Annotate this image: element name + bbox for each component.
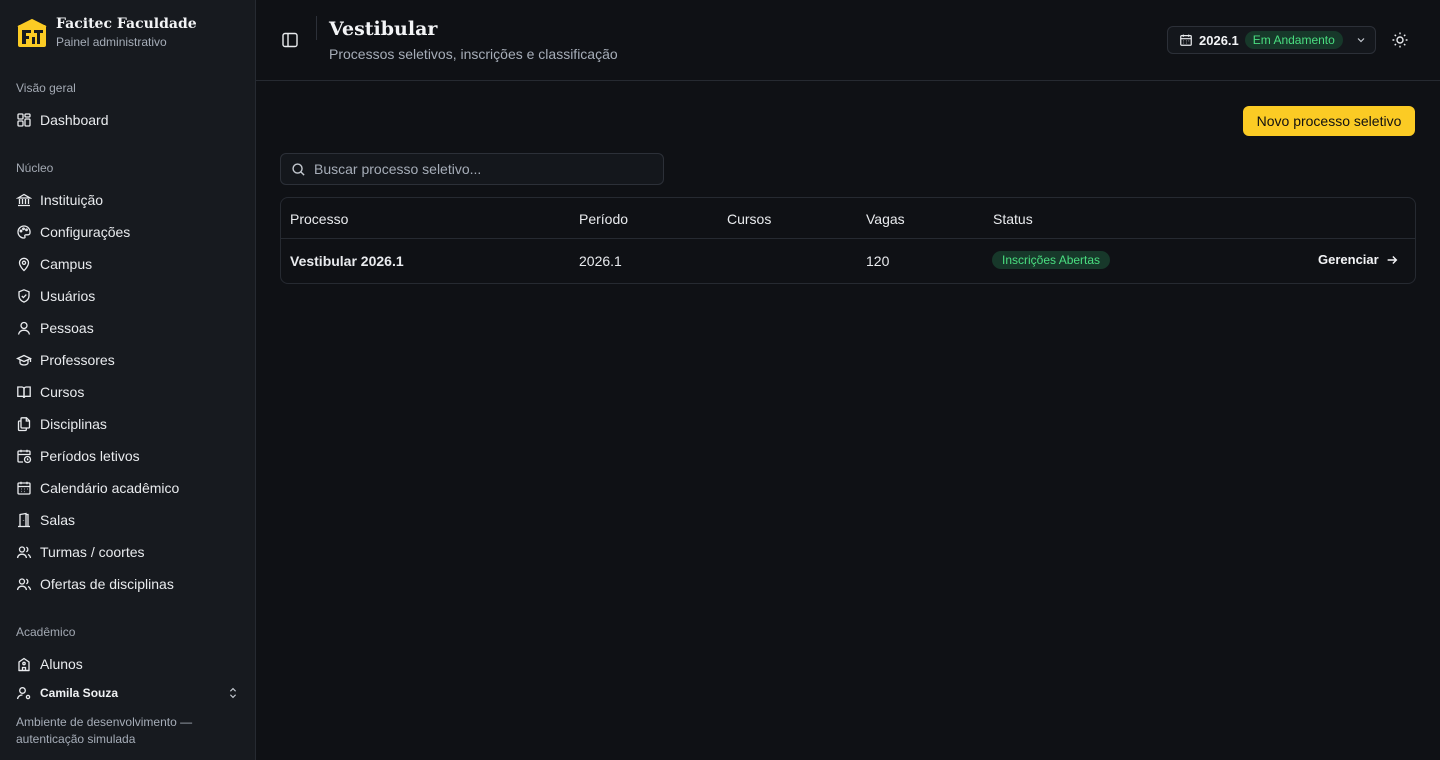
sidebar-item-alunos[interactable]: Alunos bbox=[8, 649, 246, 679]
sidebar-item-calendario-academico[interactable]: Calendário acadêmico bbox=[8, 473, 246, 503]
users-icon bbox=[16, 578, 32, 591]
sidebar-item-periodos-letivos[interactable]: Períodos letivos bbox=[8, 441, 246, 471]
sidebar-toggle-icon[interactable] bbox=[281, 31, 299, 49]
environment-note: Ambiente de desenvolvimento — autenticaç… bbox=[16, 715, 193, 746]
brand-subtitle: Painel administrativo bbox=[56, 35, 167, 49]
user-menu[interactable]: Camila Souza bbox=[16, 684, 240, 702]
sidebar-item-disciplinas[interactable]: Disciplinas bbox=[8, 409, 246, 439]
status-badge: Inscrições Abertas bbox=[992, 251, 1111, 269]
search-input[interactable] bbox=[314, 161, 654, 177]
search-icon bbox=[292, 162, 305, 176]
chevron-down-icon bbox=[1357, 38, 1365, 43]
sidebar-item-label: Configurações bbox=[40, 224, 131, 240]
sidebar-item-salas[interactable]: Salas bbox=[8, 505, 246, 535]
cell-vagas: 120 bbox=[866, 253, 890, 269]
divider bbox=[316, 16, 317, 40]
files-icon bbox=[17, 417, 31, 432]
sidebar-item-label: Ofertas de disciplinas bbox=[40, 576, 174, 592]
search-box[interactable] bbox=[280, 153, 664, 185]
sidebar-item-turmas-coortes[interactable]: Turmas / coortes bbox=[8, 537, 246, 567]
page-subtitle: Processos seletivos, inscrições e classi… bbox=[329, 46, 618, 62]
sidebar-item-label: Cursos bbox=[40, 384, 85, 400]
sidebar-item-dashboard[interactable]: Dashboard bbox=[8, 105, 246, 135]
topbar: Vestibular Processos seletivos, inscriçõ… bbox=[256, 0, 1440, 81]
sidebar: Facitec Faculdade Painel administrativo … bbox=[0, 0, 256, 760]
column-header-status[interactable]: Status bbox=[993, 211, 1033, 227]
calendar-icon bbox=[1180, 34, 1192, 46]
user-cog-icon bbox=[16, 687, 31, 700]
sidebar-item-label: Dashboard bbox=[40, 112, 109, 128]
sidebar-item-label: Turmas / coortes bbox=[40, 544, 145, 560]
arrow-right-icon bbox=[1387, 255, 1398, 264]
shield-check-icon bbox=[18, 289, 30, 303]
column-header-periodo[interactable]: Período bbox=[579, 211, 628, 227]
sidebar-item-label: Pessoas bbox=[40, 320, 94, 336]
cell-periodo: 2026.1 bbox=[579, 253, 622, 269]
sidebar-item-label: Campus bbox=[40, 256, 93, 272]
column-header-cursos[interactable]: Cursos bbox=[727, 211, 771, 227]
sidebar-item-pessoas[interactable]: Pessoas bbox=[8, 313, 246, 343]
brand-name: Facitec Faculdade bbox=[56, 16, 197, 32]
sidebar-item-cursos[interactable]: Cursos bbox=[8, 377, 246, 407]
sidebar-item-configuracoes[interactable]: Configurações bbox=[8, 217, 246, 247]
processes-table: Processo Período Cursos Vagas Status Ves… bbox=[280, 197, 1416, 284]
chevrons-up-down-icon bbox=[229, 687, 237, 699]
user-name: Camila Souza bbox=[40, 686, 119, 700]
brand[interactable]: Facitec Faculdade Painel administrativo bbox=[16, 16, 197, 50]
door-icon bbox=[18, 512, 30, 528]
dashboard-icon bbox=[17, 113, 31, 127]
sidebar-item-campus[interactable]: Campus bbox=[8, 249, 246, 279]
table-header: Processo Período Cursos Vagas Status bbox=[281, 198, 1415, 239]
column-header-processo[interactable]: Processo bbox=[290, 211, 348, 227]
graduation-cap-icon bbox=[16, 354, 32, 366]
school-icon bbox=[18, 657, 30, 672]
section-label-academic: Acadêmico bbox=[16, 625, 76, 639]
sidebar-item-usuarios[interactable]: Usuários bbox=[8, 281, 246, 311]
sidebar-item-label: Salas bbox=[40, 512, 76, 528]
palette-icon bbox=[17, 225, 31, 239]
sidebar-item-ofertas-disciplinas[interactable]: Ofertas de disciplinas bbox=[8, 569, 246, 599]
section-label-core: Núcleo bbox=[16, 161, 54, 175]
sidebar-item-label: Disciplinas bbox=[40, 416, 107, 432]
sidebar-item-professores[interactable]: Professores bbox=[8, 345, 246, 375]
table-row[interactable]: Vestibular 2026.1 2026.1 120 Inscrições … bbox=[281, 239, 1415, 283]
cell-processo: Vestibular 2026.1 bbox=[290, 253, 404, 269]
sidebar-item-label: Instituição bbox=[40, 192, 104, 208]
map-pin-icon bbox=[18, 257, 30, 272]
calendar-clock-icon bbox=[17, 449, 32, 464]
page-title: Vestibular bbox=[329, 18, 438, 40]
new-selective-process-button[interactable]: Novo processo seletivo bbox=[1243, 106, 1415, 136]
period-value: 2026.1 bbox=[1199, 32, 1239, 48]
sidebar-item-label: Professores bbox=[40, 352, 115, 368]
manage-link-label: Gerenciar bbox=[1318, 252, 1379, 267]
period-select[interactable]: 2026.1 Em Andamento bbox=[1167, 26, 1376, 54]
manage-link[interactable]: Gerenciar bbox=[1318, 252, 1399, 267]
users-icon bbox=[16, 546, 32, 559]
sidebar-item-label: Períodos letivos bbox=[40, 448, 140, 464]
section-label-overview: Visão geral bbox=[16, 81, 76, 95]
column-header-vagas[interactable]: Vagas bbox=[866, 211, 905, 227]
facitec-logo-icon bbox=[17, 18, 47, 47]
sun-icon[interactable] bbox=[1391, 31, 1409, 49]
user-icon bbox=[17, 321, 31, 335]
sidebar-item-instituicao[interactable]: Instituição bbox=[8, 185, 246, 215]
sidebar-item-label: Usuários bbox=[40, 288, 96, 304]
book-open-icon bbox=[17, 386, 31, 399]
calendar-icon bbox=[17, 481, 31, 495]
landmark-icon bbox=[16, 193, 32, 207]
sidebar-item-label: Alunos bbox=[40, 656, 83, 672]
period-status-badge: Em Andamento bbox=[1244, 31, 1343, 49]
sidebar-item-label: Calendário acadêmico bbox=[40, 480, 180, 496]
